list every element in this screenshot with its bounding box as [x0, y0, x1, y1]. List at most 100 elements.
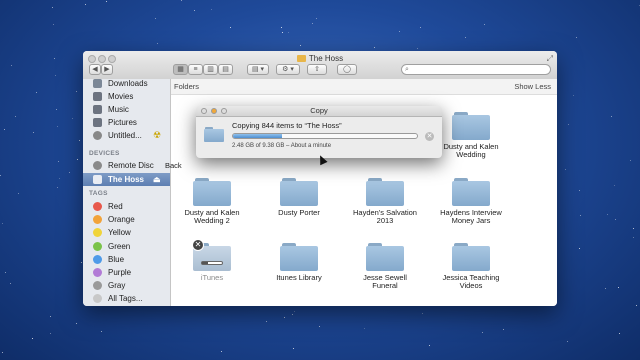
list-view-icon[interactable]: ≡	[188, 64, 203, 75]
folder-icon	[452, 178, 490, 206]
copy-status: 2.48 GB of 9.38 GB – About a minute	[232, 143, 332, 149]
star	[50, 333, 51, 334]
star	[573, 95, 574, 96]
star	[194, 10, 195, 11]
column-view-icon[interactable]: ▥	[203, 64, 218, 75]
forward-button[interactable]: ▶	[101, 64, 113, 75]
fullscreen-icon[interactable]: ⤢	[547, 54, 553, 64]
search-input[interactable]: ⌕	[401, 64, 551, 75]
star	[4, 129, 5, 130]
star	[615, 219, 616, 220]
folder-item[interactable]: Hayden's Salvation 2013	[342, 178, 428, 225]
folder-item[interactable]: Dusty Porter	[256, 178, 342, 217]
folder-name: Hayden's Salvation 2013	[353, 208, 417, 225]
star	[417, 48, 418, 49]
star	[618, 287, 619, 288]
star	[0, 175, 1, 176]
star	[57, 126, 58, 127]
sidebar-item-movies[interactable]: Movies	[83, 90, 170, 103]
sidebar-item-label: The Hoss	[108, 175, 145, 184]
downloads-icon	[93, 79, 102, 88]
back-button[interactable]: ◀	[89, 64, 101, 75]
sidebar-item-all-tags[interactable]: All Tags...	[83, 292, 170, 305]
star	[293, 348, 294, 349]
dialog-close-button[interactable]	[201, 108, 207, 114]
sidebar-item-orange[interactable]: Orange	[83, 213, 170, 226]
folder-icon	[193, 178, 231, 206]
star	[503, 329, 504, 330]
arrange-button[interactable]: ▤ ▾	[247, 64, 269, 75]
sidebar-item-label: Untitled...	[108, 131, 142, 140]
pictures-icon	[93, 118, 102, 127]
star	[57, 187, 58, 188]
star	[266, 321, 267, 322]
star	[422, 313, 423, 314]
star	[611, 116, 612, 117]
sidebar-item-the-hoss[interactable]: The Hoss ⏏	[83, 173, 170, 186]
sidebar-item-remote-disc[interactable]: Remote Disc	[83, 159, 170, 172]
star	[76, 91, 77, 92]
dialog-zoom-button[interactable]	[221, 108, 227, 114]
sidebar-item-yellow[interactable]: Yellow	[83, 226, 170, 239]
star	[579, 248, 580, 249]
icon-view-icon[interactable]: ▦	[173, 64, 188, 75]
star	[319, 326, 320, 327]
tags-header: TAGS	[89, 190, 108, 197]
folder-item[interactable]: iTunes	[169, 243, 255, 282]
sidebar-item-label: Gray	[108, 281, 126, 291]
sidebar-item-blue[interactable]: Blue	[83, 253, 170, 266]
star	[399, 31, 400, 32]
action-button[interactable]: ⚙ ▾	[276, 64, 300, 75]
folder-item[interactable]: Jessica Teaching Videos	[428, 243, 514, 290]
section-title: Folders	[174, 82, 200, 91]
star	[580, 215, 581, 216]
sidebar-item-untitled[interactable]: Untitled... ☢	[83, 129, 170, 142]
star	[101, 331, 102, 332]
folder-name: Dusty and Kalen Wedding 2	[184, 208, 240, 225]
sidebar-item-pictures[interactable]: Pictures	[83, 116, 170, 129]
folder-name: Haydens Interview Money Jars	[440, 208, 502, 225]
sidebar-item-gray[interactable]: Gray	[83, 279, 170, 292]
sidebar-item-red[interactable]: Red	[83, 200, 170, 213]
folder-name: Jessica Teaching Videos	[442, 273, 500, 290]
folder-item[interactable]: Jesse Sewell Funeral	[342, 243, 428, 290]
disc-icon	[93, 131, 102, 140]
star	[81, 262, 82, 263]
sidebar-item-green[interactable]: Green	[83, 240, 170, 253]
tag-purple-icon	[93, 268, 102, 277]
tags-button[interactable]: ◯	[337, 64, 357, 75]
sidebar-item-downloads[interactable]: Downloads	[83, 77, 170, 90]
star	[85, 4, 86, 5]
folder-item[interactable]: Dusty and Kalen Wedding 2	[169, 178, 255, 225]
folder-copy-progress	[201, 261, 223, 265]
drive-icon	[93, 175, 102, 184]
star	[284, 317, 285, 318]
star	[630, 160, 631, 161]
star	[316, 18, 317, 19]
star	[211, 9, 212, 10]
sidebar-item-label: Movies	[108, 92, 134, 101]
share-button[interactable]: ⇧	[307, 64, 327, 75]
copy-progress-bar	[232, 133, 418, 139]
stop-copy-button[interactable]: ✕	[425, 132, 434, 141]
star	[155, 18, 156, 19]
star	[11, 65, 12, 66]
tag-orange-icon	[93, 215, 102, 225]
sidebar-item-music[interactable]: Music	[83, 103, 170, 116]
folder-item[interactable]: Itunes Library	[256, 243, 342, 282]
star	[281, 27, 282, 28]
cancel-copy-icon[interactable]: ✕	[193, 240, 203, 250]
folder-icon	[452, 243, 490, 271]
coverflow-view-icon[interactable]: ▤	[218, 64, 233, 75]
folder-icon	[366, 243, 404, 271]
star	[482, 332, 483, 333]
tag-alltags-icon	[93, 294, 102, 304]
star	[157, 43, 158, 44]
folder-item[interactable]: Haydens Interview Money Jars	[428, 178, 514, 225]
sidebar-item-purple[interactable]: Purple	[83, 266, 170, 279]
folder-icon	[204, 127, 224, 142]
folder-icon	[296, 55, 306, 62]
folder-name: Itunes Library	[276, 273, 322, 282]
dialog-minimize-button[interactable]	[211, 108, 217, 114]
show-less-button[interactable]: Show Less	[514, 79, 551, 94]
